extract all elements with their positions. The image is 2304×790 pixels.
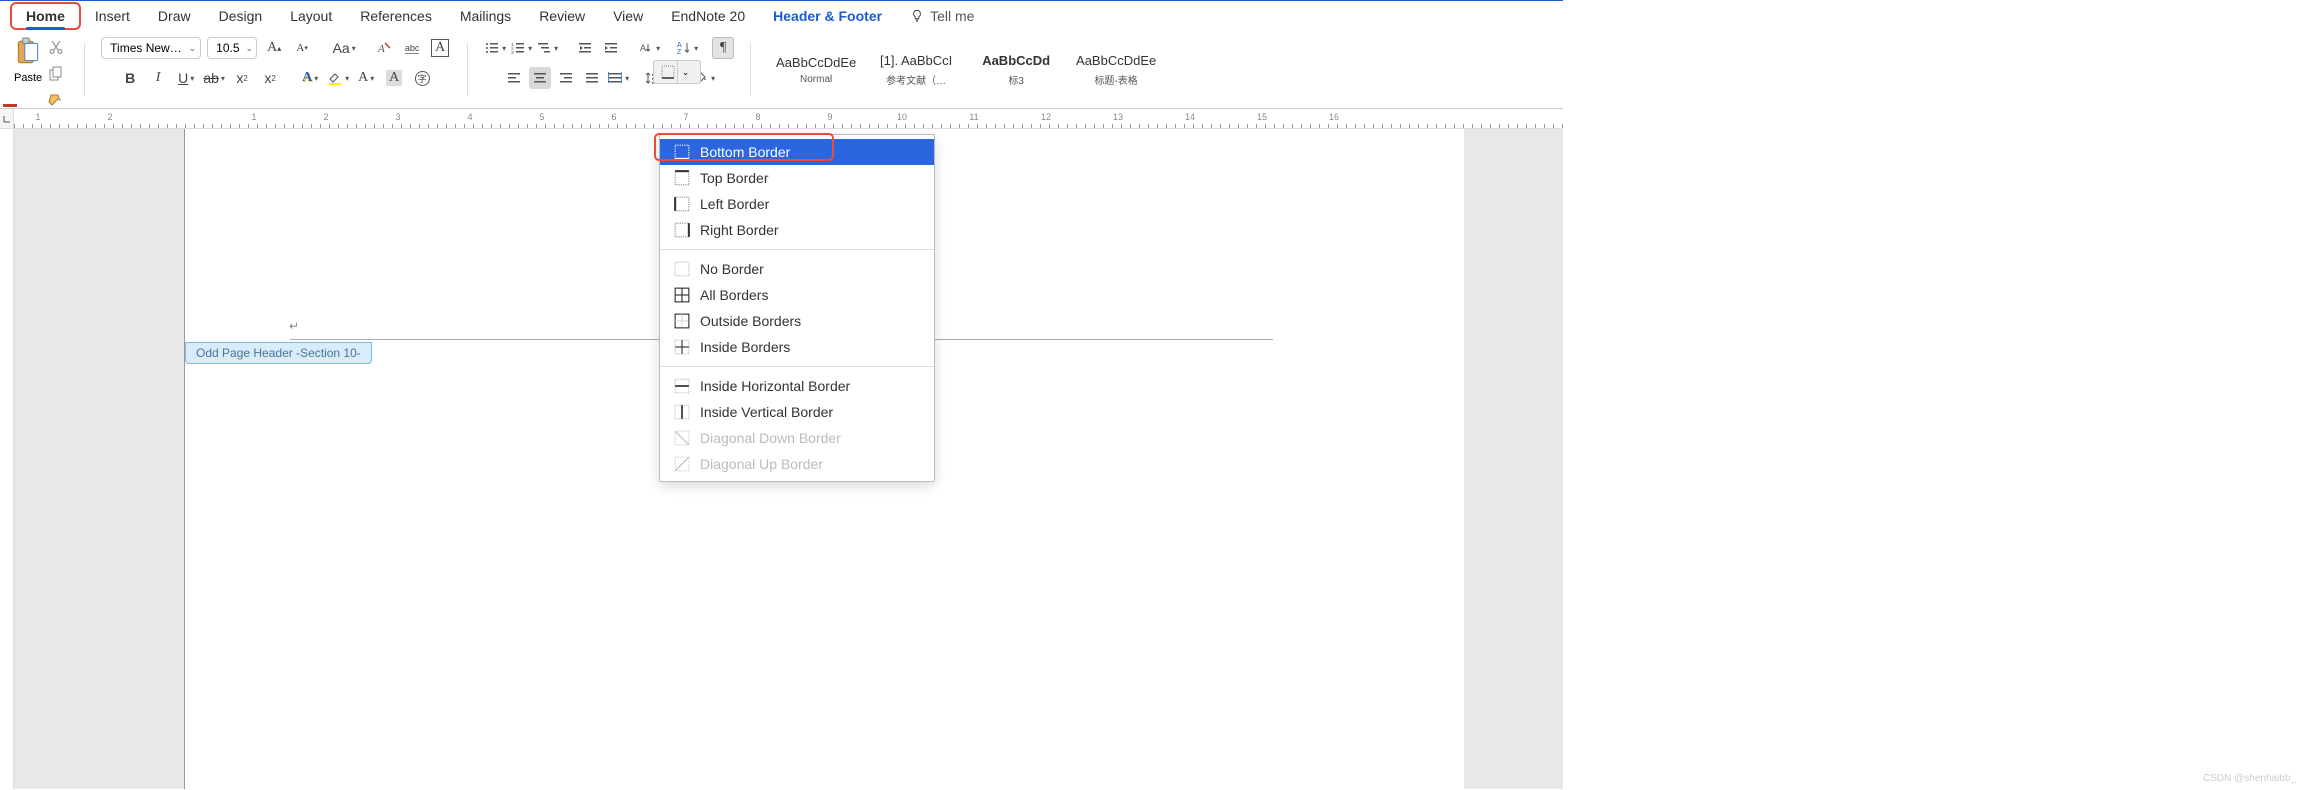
style-normal[interactable]: AaBbCcDdEe Normal <box>767 41 865 99</box>
shrink-font-button[interactable]: A▾ <box>291 37 313 59</box>
phonetic-guide-button[interactable]: abc <box>401 37 423 59</box>
border-option-outside-borders[interactable]: Outside Borders <box>660 308 934 334</box>
border-option-no-border[interactable]: No Border <box>660 256 934 282</box>
tab-references[interactable]: References <box>346 4 446 28</box>
tab-header-footer[interactable]: Header & Footer <box>759 4 896 28</box>
style-reference[interactable]: [1]. AaBbCcI 参考文献（… <box>867 41 965 99</box>
dec-indent-button[interactable] <box>574 37 596 59</box>
borders-button[interactable]: ⌄ <box>653 60 701 84</box>
enclose-char-button[interactable]: 字 <box>411 67 433 89</box>
border-option-left-border[interactable]: Left Border <box>660 191 934 217</box>
tab-view[interactable]: View <box>599 4 657 28</box>
borders-dropdown-arrow[interactable]: ⌄ <box>677 61 693 83</box>
tab-endnote[interactable]: EndNote 20 <box>657 4 759 28</box>
copy-button[interactable] <box>48 66 64 87</box>
font-color-button[interactable]: A <box>355 67 377 89</box>
inc-indent-button[interactable] <box>600 37 622 59</box>
svg-text:A: A <box>677 42 682 49</box>
style-table-title[interactable]: AaBbCcDdEe 标题-表格 <box>1067 41 1165 99</box>
bullets-button[interactable] <box>484 37 506 59</box>
border-option-inside-borders[interactable]: Inside Borders <box>660 334 934 360</box>
lightbulb-icon <box>910 9 924 23</box>
change-case-button[interactable]: Aa <box>333 37 355 59</box>
paste-label: Paste <box>14 72 42 84</box>
char-shading-button[interactable]: A <box>383 67 405 89</box>
tab-mailings[interactable]: Mailings <box>446 4 525 28</box>
svg-text:A: A <box>377 43 385 55</box>
tab-layout[interactable]: Layout <box>276 4 346 28</box>
style-heading3[interactable]: AaBbCcDd 标3 <box>967 41 1065 99</box>
tab-review[interactable]: Review <box>525 4 599 28</box>
text-direction-button[interactable]: A <box>638 37 660 59</box>
clipboard-icon <box>15 37 41 70</box>
tab-design[interactable]: Design <box>205 4 277 28</box>
distributed-button[interactable] <box>607 67 629 89</box>
ruler-vertical[interactable] <box>0 129 14 789</box>
border-option-inside-horizontal-border[interactable]: Inside Horizontal Border <box>660 373 934 399</box>
border-option-diagonal-up-border: Diagonal Up Border <box>660 451 934 477</box>
subscript-button[interactable]: x2 <box>231 67 253 89</box>
ribbon-tabs: Home Insert Draw Design Layout Reference… <box>0 1 1563 31</box>
tell-me-label: Tell me <box>930 8 974 24</box>
char-border-button[interactable]: A <box>429 37 451 59</box>
border-option-diagonal-down-border: Diagonal Down Border <box>660 425 934 451</box>
header-section-tag: Odd Page Header -Section 10- <box>185 342 372 364</box>
clear-format-button[interactable]: A <box>373 37 395 59</box>
border-icon <box>661 65 675 79</box>
tell-me[interactable]: Tell me <box>896 4 988 28</box>
tab-insert[interactable]: Insert <box>81 4 144 28</box>
align-left-button[interactable] <box>503 67 525 89</box>
svg-text:3: 3 <box>511 50 514 56</box>
border-option-right-border[interactable]: Right Border <box>660 217 934 243</box>
justify-button[interactable] <box>581 67 603 89</box>
styles-group: AaBbCcDdEe Normal [1]. AaBbCcI 参考文献（… Aa… <box>767 37 1165 102</box>
border-option-bottom-border[interactable]: Bottom Border <box>660 139 934 165</box>
border-option-all-borders[interactable]: All Borders <box>660 282 934 308</box>
font-size-select[interactable]: 10.5⌄ <box>207 37 257 59</box>
tab-draw[interactable]: Draw <box>144 4 205 28</box>
watermark: CSDN @shenhaibb_ <box>2203 773 2296 784</box>
font-name-select[interactable]: Times New…⌄ <box>101 37 201 59</box>
svg-text:Z: Z <box>677 49 682 56</box>
borders-dropdown: Bottom BorderTop BorderLeft BorderRight … <box>659 134 935 482</box>
sort-button[interactable]: AZ <box>676 37 698 59</box>
grow-font-button[interactable]: A▴ <box>263 37 285 59</box>
highlight-button[interactable] <box>327 67 349 89</box>
tab-home[interactable]: Home <box>10 2 81 30</box>
cut-button[interactable] <box>48 39 64 60</box>
italic-button[interactable]: I <box>147 67 169 89</box>
font-group: Times New…⌄ 10.5⌄ A▴ A▾ Aa A abc A B I U… <box>101 37 451 102</box>
bold-button[interactable]: B <box>119 67 141 89</box>
align-right-button[interactable] <box>555 67 577 89</box>
text-effects-button[interactable]: A <box>299 67 321 89</box>
strikethrough-button[interactable]: ab <box>203 67 225 89</box>
border-option-top-border[interactable]: Top Border <box>660 165 934 191</box>
underline-button[interactable]: U <box>175 67 197 89</box>
paste-button[interactable]: Paste <box>14 37 42 84</box>
ruler-horizontal: 2112345678910111213141516 <box>0 109 1563 129</box>
tab-selector[interactable] <box>0 109 14 128</box>
align-center-button[interactable] <box>529 67 551 89</box>
superscript-button[interactable]: x2 <box>259 67 281 89</box>
ribbon: Paste Times New…⌄ 10.5⌄ A▴ A▾ Aa A abc A… <box>0 31 1563 109</box>
ruler[interactable]: 2112345678910111213141516 <box>14 109 1563 128</box>
show-marks-button[interactable]: ¶ <box>712 37 734 59</box>
paragraph-mark: ↵ <box>289 319 299 333</box>
svg-text:A: A <box>640 43 646 53</box>
multilevel-button[interactable] <box>536 37 558 59</box>
border-option-inside-vertical-border[interactable]: Inside Vertical Border <box>660 399 934 425</box>
numbering-button[interactable]: 123 <box>510 37 532 59</box>
clipboard-group: Paste <box>10 37 68 102</box>
